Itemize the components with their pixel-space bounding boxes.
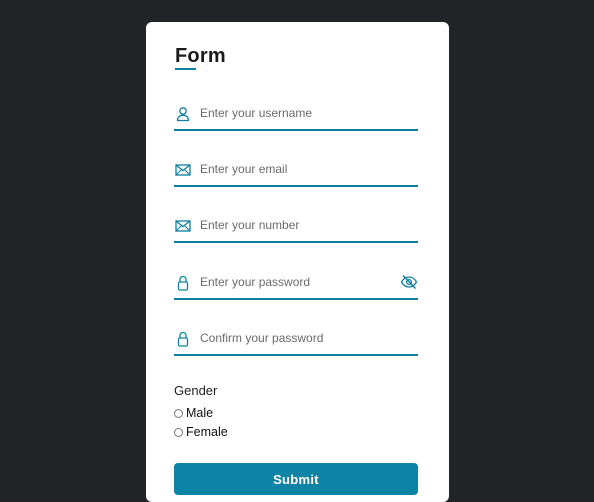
male-radio[interactable]: [174, 408, 183, 418]
password-field: [174, 268, 418, 300]
confirm-password-field: [174, 324, 418, 356]
submit-button[interactable]: Submit: [174, 463, 418, 495]
gender-option-male[interactable]: Male: [174, 406, 213, 420]
email-field: [174, 155, 418, 187]
form-title: Form: [175, 45, 226, 67]
number-field: [174, 211, 418, 243]
user-icon: [176, 107, 190, 122]
username-field: [174, 99, 418, 131]
eye-slash-icon[interactable]: [400, 274, 418, 290]
confirm-password-input[interactable]: [200, 329, 400, 347]
form-card: Form Enter your username Enter your emai…: [146, 22, 449, 502]
envelope-icon: [175, 220, 191, 232]
female-label: Female: [186, 425, 228, 439]
password-input[interactable]: [200, 273, 400, 291]
lock-icon: [177, 275, 189, 291]
envelope-icon: [175, 164, 191, 176]
gender-label: Gender: [174, 383, 218, 398]
male-label: Male: [186, 406, 214, 420]
female-radio[interactable]: [174, 427, 183, 437]
email-input[interactable]: [200, 160, 400, 178]
number-input[interactable]: [200, 216, 400, 234]
title-underline: [175, 68, 196, 70]
lock-icon: [177, 331, 189, 347]
username-input[interactable]: [200, 104, 400, 122]
gender-option-female[interactable]: Female: [174, 425, 228, 439]
